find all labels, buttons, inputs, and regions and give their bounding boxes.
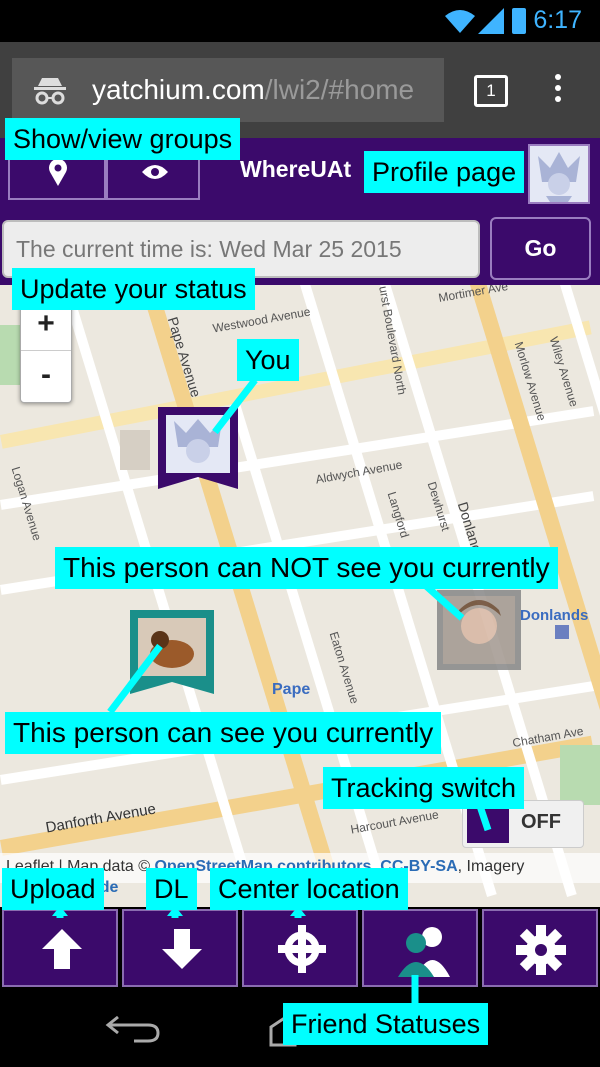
callout-pointers [52,377,492,1003]
